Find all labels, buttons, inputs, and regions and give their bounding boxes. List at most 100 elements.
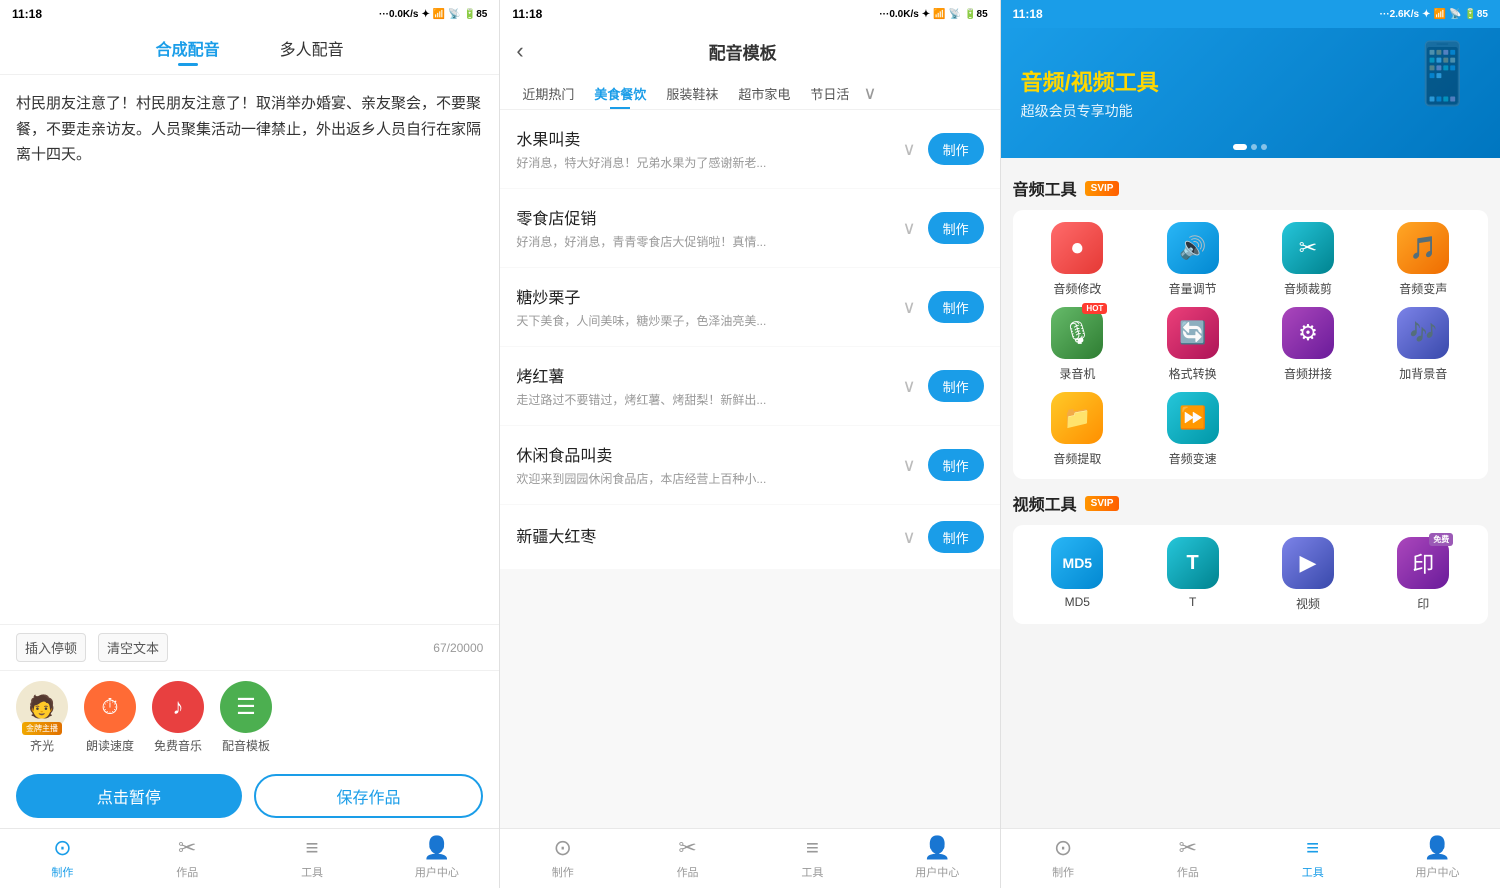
nav-label-tools-3: 工具 bbox=[1302, 864, 1324, 880]
make-btn-5[interactable]: 制作 bbox=[928, 521, 984, 553]
nav-item-works-3[interactable]: ✂ 作品 bbox=[1125, 835, 1250, 880]
nav-label-make-2: 制作 bbox=[552, 864, 574, 880]
expand-icon-4[interactable]: ∨ bbox=[902, 455, 915, 476]
cat-tab-holiday[interactable]: 节日活 bbox=[800, 78, 859, 109]
template-info-3: 烤红薯 走过路过不要错过，烤红薯、烤甜梨！新鲜出... bbox=[516, 363, 890, 409]
cat-tab-clothing[interactable]: 服装鞋袜 bbox=[656, 78, 728, 109]
voice-item-speed[interactable]: ⏱ 朗读速度 bbox=[84, 681, 136, 754]
tool-voice-change[interactable]: 🎵 音频变声 bbox=[1371, 222, 1476, 297]
voice-item-music[interactable]: ♪ 免费音乐 bbox=[152, 681, 204, 754]
template-desc-2: 天下美食，人间美味，糖炒栗子，色泽油亮美... bbox=[516, 312, 890, 330]
signal-icon-1: 📶 bbox=[433, 9, 445, 20]
template-item-5: 新疆大红枣 ∨ 制作 bbox=[500, 505, 999, 569]
template-info-5: 新疆大红枣 bbox=[516, 523, 890, 551]
panel-3: 11:18 ···2.6K/s ✦ 📶 📡 🔋85 音频/视频工具 超级会员专享… bbox=[1001, 0, 1500, 888]
signal-icon-3: 📶 bbox=[1434, 9, 1446, 20]
cat-tab-recent[interactable]: 近期热门 bbox=[512, 78, 584, 109]
template-item-4: 休闲食品叫卖 欢迎来到园园休闲食品店，本店经营上百种小... ∨ 制作 bbox=[500, 426, 999, 504]
tool-md5[interactable]: MD5 MD5 bbox=[1025, 537, 1130, 612]
template-name-3: 烤红薯 bbox=[516, 363, 890, 387]
tool-recorder[interactable]: 🎙 HOT 录音机 bbox=[1025, 307, 1130, 382]
expand-icon-1[interactable]: ∨ bbox=[902, 218, 915, 239]
tool-format-convert[interactable]: 🔄 格式转换 bbox=[1140, 307, 1245, 382]
template-desc-4: 欢迎来到园园休闲食品店，本店经营上百种小... bbox=[516, 470, 890, 488]
network-3: ···2.6K/s bbox=[1380, 9, 1419, 20]
voice-change-label: 音频变声 bbox=[1399, 280, 1447, 297]
cat-tab-supermarket[interactable]: 超市家电 bbox=[728, 78, 800, 109]
back-btn[interactable]: ‹ bbox=[516, 38, 523, 64]
works-icon-3: ✂ bbox=[1179, 835, 1197, 861]
action-row: 点击暂停 保存作品 bbox=[0, 764, 499, 828]
nav-item-make-2[interactable]: ⊙ 制作 bbox=[500, 835, 625, 880]
nav-item-tools-2[interactable]: ≡ 工具 bbox=[750, 835, 875, 880]
audio-section-header: 音频工具 SVIP bbox=[1013, 176, 1488, 200]
text-area-wrap[interactable]: 村民朋友注意了！村民朋友注意了！取消举办婚宴、亲友聚会，不要聚餐，不要走亲访友。… bbox=[0, 75, 499, 624]
save-btn[interactable]: 保存作品 bbox=[254, 774, 484, 818]
tool-video[interactable]: ▶ 视频 bbox=[1255, 537, 1360, 612]
wifi-icon-2: 📡 bbox=[949, 9, 961, 20]
t-icon: T bbox=[1167, 537, 1219, 589]
pause-btn[interactable]: 点击暂停 bbox=[16, 774, 242, 818]
voice-change-icon: 🎵 bbox=[1397, 222, 1449, 274]
nav-item-make-3[interactable]: ⊙ 制作 bbox=[1001, 835, 1126, 880]
tool-stamp[interactable]: 印 免费 印 bbox=[1371, 537, 1476, 612]
clear-text-btn[interactable]: 清空文本 bbox=[98, 633, 168, 662]
voice-item-avatar[interactable]: 🧑 金牌主播 齐光 bbox=[16, 681, 68, 754]
nav-item-tools-3[interactable]: ≡ 工具 bbox=[1250, 835, 1375, 880]
tool-audio-modify[interactable]: ⏺ 音频修改 bbox=[1025, 222, 1130, 297]
template-info-0: 水果叫卖 好消息，特大好消息！兄弟水果为了感谢新老... bbox=[516, 126, 890, 172]
expand-icon-3[interactable]: ∨ bbox=[902, 376, 915, 397]
nav-item-works-1[interactable]: ✂ 作品 bbox=[125, 835, 250, 880]
nav-item-user-1[interactable]: 👤 用户中心 bbox=[374, 835, 499, 880]
voice-avatar: 🧑 金牌主播 bbox=[16, 681, 68, 733]
template-item-0: 水果叫卖 好消息，特大好消息！兄弟水果为了感谢新老... ∨ 制作 bbox=[500, 110, 999, 188]
cat-more-btn[interactable]: ∨ bbox=[859, 79, 880, 108]
tool-audio-merge[interactable]: ⚙ 音频拼接 bbox=[1255, 307, 1360, 382]
video-label: 视频 bbox=[1296, 595, 1320, 612]
panel1-tabs: 合成配音 多人配音 bbox=[0, 36, 499, 74]
expand-icon-2[interactable]: ∨ bbox=[902, 297, 915, 318]
template-info-4: 休闲食品叫卖 欢迎来到园园休闲食品店，本店经营上百种小... bbox=[516, 442, 890, 488]
nav-item-tools-1[interactable]: ≡ 工具 bbox=[250, 835, 375, 880]
make-btn-4[interactable]: 制作 bbox=[928, 449, 984, 481]
nav-item-make-1[interactable]: ⊙ 制作 bbox=[0, 835, 125, 880]
nav-label-user-3: 用户中心 bbox=[1416, 864, 1460, 880]
panel-2: 11:18 ···0.0K/s ✦ 📶 📡 🔋85 ‹ 配音模板 近期热门 美食… bbox=[500, 0, 1000, 888]
audio-merge-icon: ⚙ bbox=[1282, 307, 1334, 359]
banner: 音频/视频工具 超级会员专享功能 📱 bbox=[1001, 28, 1500, 158]
template-name-0: 水果叫卖 bbox=[516, 126, 890, 150]
tool-t[interactable]: T T bbox=[1140, 537, 1245, 612]
tool-volume-adjust[interactable]: 🔊 音量调节 bbox=[1140, 222, 1245, 297]
hot-tag: HOT bbox=[1082, 303, 1107, 314]
make-btn-0[interactable]: 制作 bbox=[928, 133, 984, 165]
make-btn-3[interactable]: 制作 bbox=[928, 370, 984, 402]
tool-bg-music[interactable]: 🎶 加背景音 bbox=[1371, 307, 1476, 382]
works-icon-1: ✂ bbox=[178, 835, 196, 861]
nav-item-user-2[interactable]: 👤 用户中心 bbox=[875, 835, 1000, 880]
tab-synth-dubbing[interactable]: 合成配音 bbox=[156, 36, 220, 66]
user-icon-1: 👤 bbox=[423, 835, 450, 861]
tool-audio-extract[interactable]: 📁 音频提取 bbox=[1025, 392, 1130, 467]
status-time-3: 11:18 bbox=[1013, 7, 1043, 21]
make-btn-2[interactable]: 制作 bbox=[928, 291, 984, 323]
tool-audio-speed[interactable]: ⏩ 音频变速 bbox=[1140, 392, 1245, 467]
nav-item-works-2[interactable]: ✂ 作品 bbox=[625, 835, 750, 880]
make-btn-1[interactable]: 制作 bbox=[928, 212, 984, 244]
make-icon-1: ⊙ bbox=[53, 835, 71, 861]
tool-audio-clip[interactable]: ✂ 音频裁剪 bbox=[1255, 222, 1360, 297]
banner-text: 音频/视频工具 超级会员专享功能 bbox=[1021, 65, 1159, 121]
make-icon-2: ⊙ bbox=[554, 835, 572, 861]
voice-item-template[interactable]: ☰ 配音模板 bbox=[220, 681, 272, 754]
user-icon-2: 👤 bbox=[924, 835, 951, 861]
cat-tab-food[interactable]: 美食餐饮 bbox=[584, 78, 656, 109]
tab-multi-dubbing[interactable]: 多人配音 bbox=[280, 36, 344, 66]
expand-icon-5[interactable]: ∨ bbox=[902, 527, 915, 548]
expand-icon-0[interactable]: ∨ bbox=[902, 139, 915, 160]
insert-pause-btn[interactable]: 插入停顿 bbox=[16, 633, 86, 662]
nav-label-make-3: 制作 bbox=[1052, 864, 1074, 880]
tools-icon-1: ≡ bbox=[306, 835, 319, 861]
template-desc-3: 走过路过不要错过，烤红薯、烤甜梨！新鲜出... bbox=[516, 391, 890, 409]
panel2-title: 配音模板 bbox=[536, 39, 950, 64]
nav-item-user-3[interactable]: 👤 用户中心 bbox=[1375, 835, 1500, 880]
video-section-header: 视频工具 SVIP bbox=[1013, 491, 1488, 515]
